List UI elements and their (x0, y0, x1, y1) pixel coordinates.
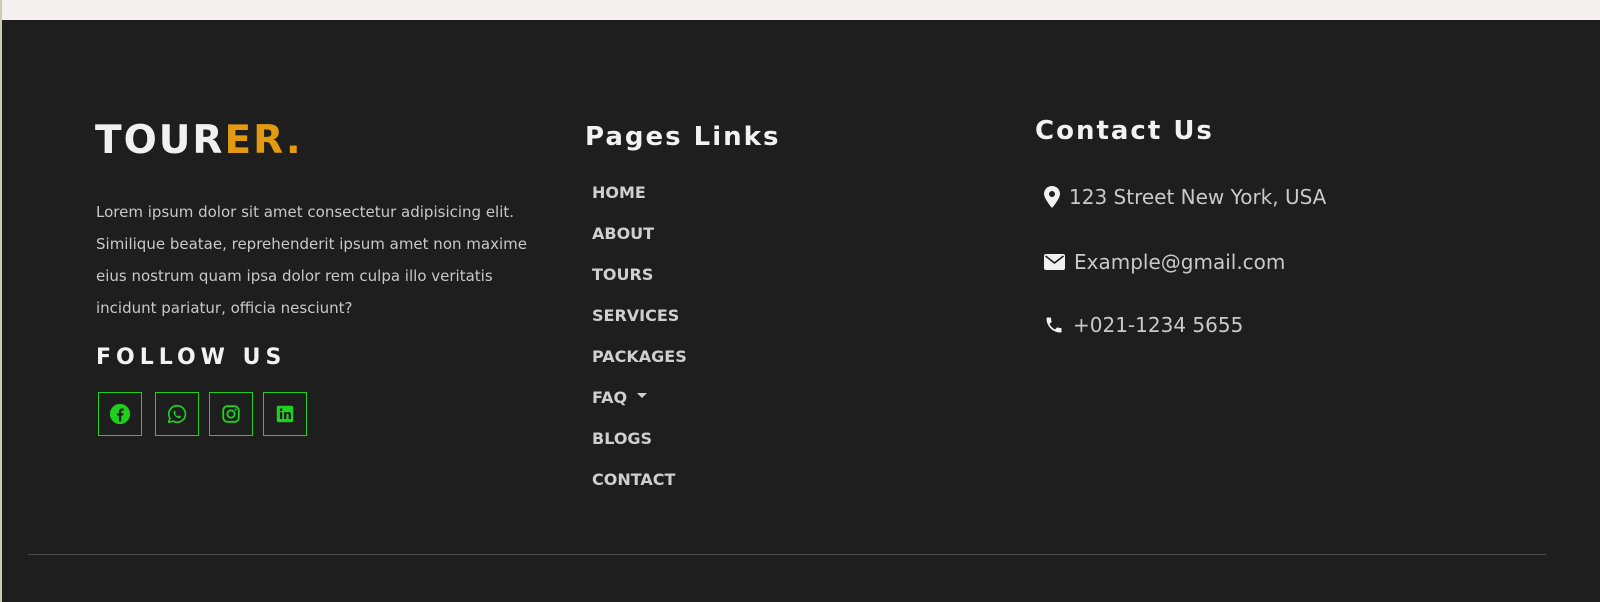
instagram-link[interactable] (209, 392, 253, 436)
contact-us-heading: Contact Us (1035, 116, 1214, 146)
contact-phone: +021-1234 5655 (1044, 313, 1243, 337)
linkedin-link[interactable] (263, 392, 307, 436)
home-link[interactable]: HOME (592, 183, 646, 202)
footer-nav-item-services: SERVICES (592, 306, 679, 325)
tours-link[interactable]: TOURS (592, 265, 653, 284)
page-top-strip (2, 0, 1600, 20)
logo-main-text: TOUR (95, 118, 225, 163)
blogs-link[interactable]: BLOGS (592, 429, 652, 448)
footer-about-text: Lorem ipsum dolor sit amet consectetur a… (96, 203, 527, 317)
footer-nav-item-home: HOME (592, 183, 646, 202)
site-footer: TOURER. Lorem ipsum dolor sit amet conse… (2, 20, 1600, 602)
footer-logo[interactable]: TOURER. (95, 118, 303, 163)
faq-link[interactable]: FAQ (592, 388, 627, 407)
phone-icon (1046, 317, 1062, 333)
envelope-icon (1044, 254, 1065, 270)
about-link[interactable]: ABOUT (592, 224, 654, 243)
instagram-icon (222, 405, 240, 423)
map-marker-icon (1044, 186, 1060, 208)
footer-nav-item-faq: FAQ (592, 388, 648, 407)
whatsapp-icon (167, 404, 187, 424)
follow-us-heading: FOLLOW US (96, 345, 287, 370)
chevron-down-icon[interactable] (637, 393, 648, 398)
phone-text[interactable]: +021-1234 5655 (1073, 313, 1243, 337)
services-link[interactable]: SERVICES (592, 306, 679, 325)
footer-nav-item-about: ABOUT (592, 224, 654, 243)
email-text[interactable]: Example@gmail.com (1074, 250, 1285, 274)
contact-address: 123 Street New York, USA (1044, 185, 1326, 209)
footer-nav-item-packages: PACKAGES (592, 347, 687, 366)
pages-links-heading: Pages Links (585, 122, 781, 152)
logo-accent-text: ER. (224, 118, 303, 163)
contact-email: Example@gmail.com (1044, 250, 1285, 274)
linkedin-icon (276, 405, 294, 423)
footer-divider (28, 554, 1546, 555)
contact-link[interactable]: CONTACT (592, 470, 675, 489)
facebook-link[interactable] (98, 392, 142, 436)
address-text: 123 Street New York, USA (1069, 185, 1327, 209)
packages-link[interactable]: PACKAGES (592, 347, 687, 366)
footer-nav-item-tours: TOURS (592, 265, 653, 284)
facebook-icon (109, 403, 131, 425)
footer-nav-item-contact: CONTACT (592, 470, 675, 489)
footer-nav-item-blogs: BLOGS (592, 429, 652, 448)
whatsapp-link[interactable] (155, 392, 199, 436)
